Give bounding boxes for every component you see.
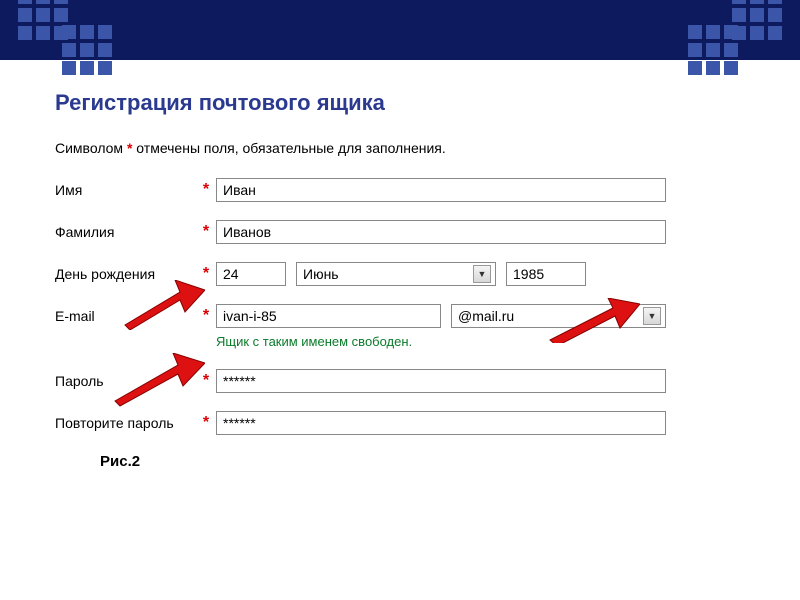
arrow-icon [545, 298, 640, 343]
chevron-down-icon: ▼ [473, 265, 491, 283]
surname-label: Фамилия [55, 224, 200, 240]
required-marker: * [200, 181, 212, 199]
required-note: Символом * отмечены поля, обязательные д… [55, 140, 745, 156]
arrow-icon [120, 280, 205, 330]
password-confirm-input[interactable] [216, 411, 666, 435]
chevron-down-icon: ▼ [643, 307, 661, 325]
required-marker: * [200, 414, 212, 432]
birthday-day-input[interactable] [216, 262, 286, 286]
email-user-input[interactable] [216, 304, 441, 328]
deco-squares [732, 0, 782, 40]
note-text: Символом [55, 140, 123, 156]
email-available-hint: Ящик с таким именем свободен. [216, 334, 745, 349]
birthday-year-input[interactable] [506, 262, 586, 286]
deco-squares [62, 25, 112, 75]
name-input[interactable] [216, 178, 666, 202]
password-confirm-label: Повторите пароль [55, 415, 200, 431]
password-input[interactable] [216, 369, 666, 393]
header-bar [0, 0, 800, 60]
birthday-month-value: Июнь [303, 266, 339, 282]
arrow-icon [110, 353, 205, 408]
name-label: Имя [55, 182, 200, 198]
page-title: Регистрация почтового ящика [55, 90, 745, 116]
deco-squares [18, 0, 68, 40]
surname-input[interactable] [216, 220, 666, 244]
note-text: отмечены поля, обязательные для заполнен… [136, 140, 445, 156]
birthday-month-select[interactable]: Июнь ▼ [296, 262, 496, 286]
email-domain-value: @mail.ru [458, 308, 514, 324]
required-marker: * [200, 223, 212, 241]
deco-squares [688, 25, 738, 75]
figure-caption: Рис.2 [100, 453, 745, 470]
asterisk-icon: * [127, 140, 132, 156]
